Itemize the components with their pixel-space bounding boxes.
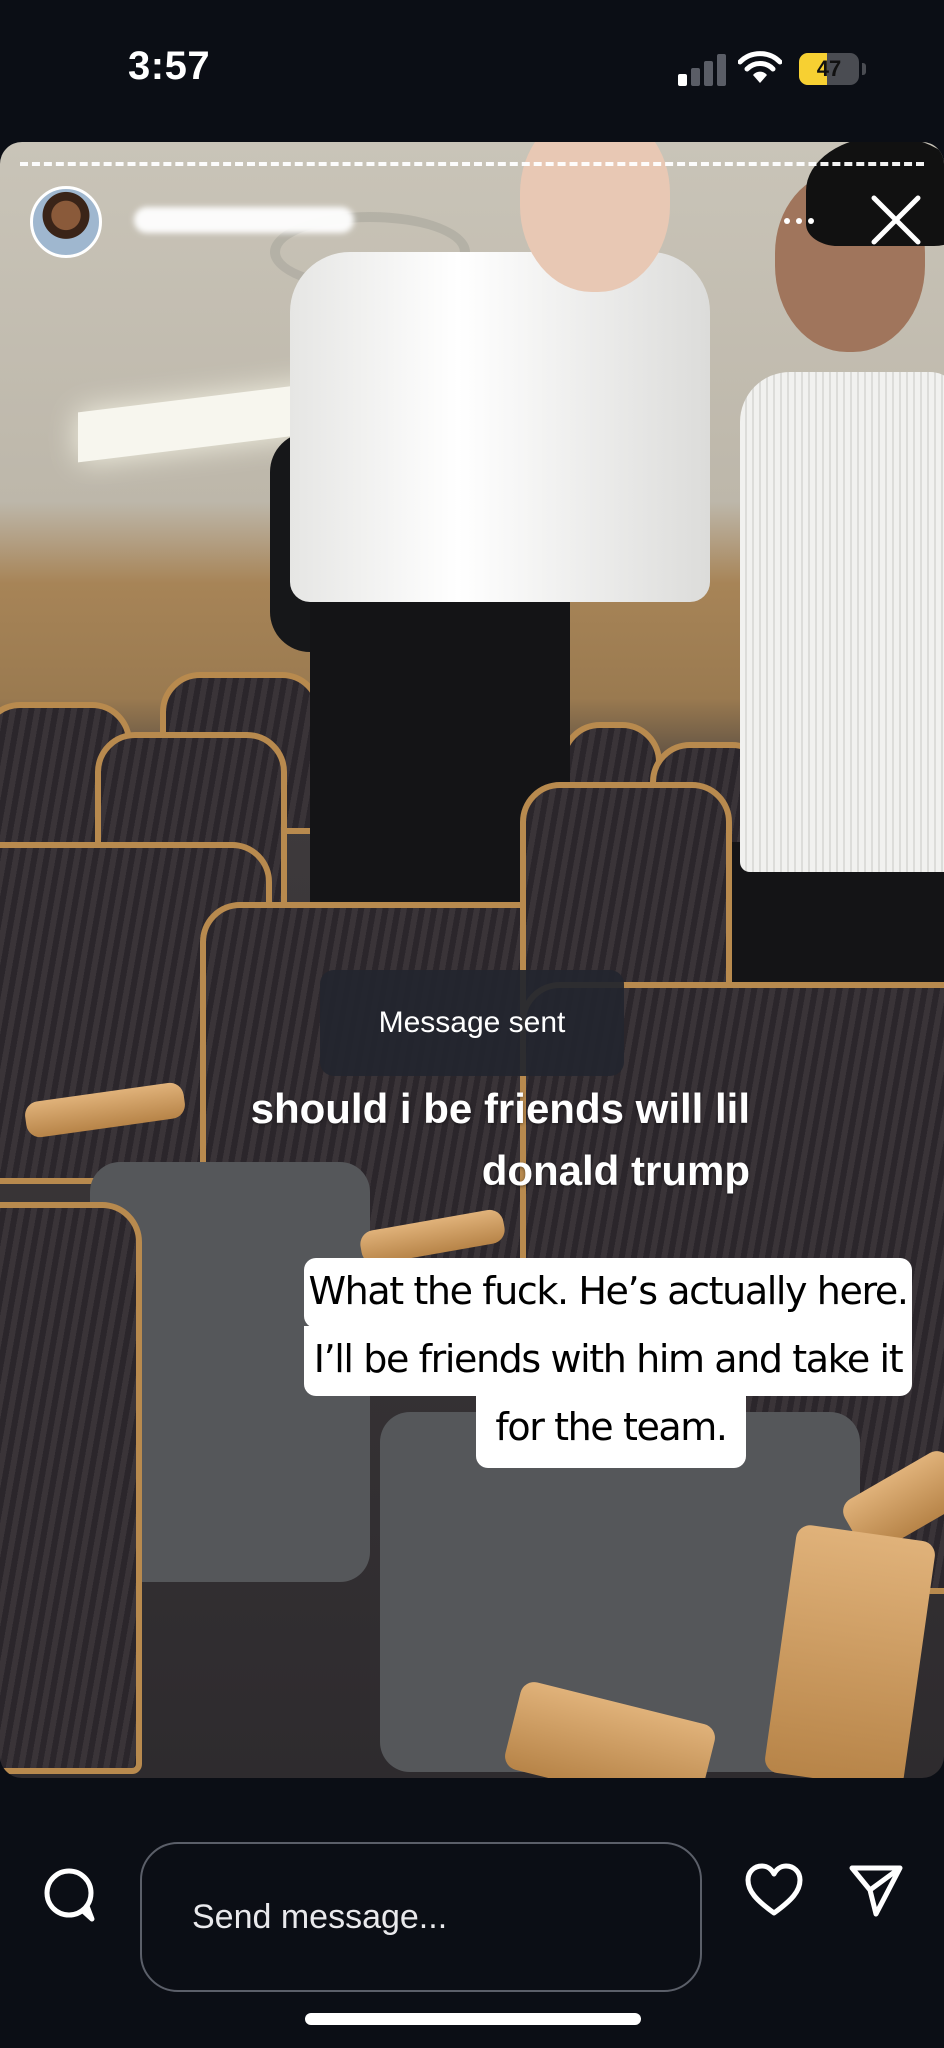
username-redacted[interactable] <box>134 207 354 233</box>
message-sent-toast: Message sent <box>320 970 624 1076</box>
send-message-input[interactable] <box>140 1842 702 1992</box>
story-progress-bar <box>20 162 924 170</box>
reply-line: What the fuck. He’s actually here. <box>304 1258 912 1328</box>
close-icon[interactable] <box>868 192 924 248</box>
battery-icon: 47 <box>799 53 859 85</box>
status-time: 3:57 <box>128 44 211 88</box>
status-bar: 3:57 47 <box>0 0 944 140</box>
person-shirt <box>290 252 710 602</box>
seat <box>0 1202 142 1774</box>
send-icon[interactable] <box>848 1862 904 1918</box>
camera-icon[interactable] <box>40 1866 98 1924</box>
avatar[interactable] <box>30 186 102 258</box>
home-indicator <box>305 2013 641 2025</box>
signal-icon <box>678 52 726 86</box>
story-caption: should i be friends will lil donald trum… <box>250 1085 750 1194</box>
more-icon[interactable] <box>778 200 820 242</box>
battery-tip <box>862 63 866 75</box>
reply-line: for the team. <box>476 1394 746 1468</box>
battery-percent: 47 <box>816 56 842 81</box>
wifi-icon <box>738 51 782 83</box>
story-media[interactable] <box>0 142 944 1778</box>
reply-line: I’ll be friends with him and take it <box>304 1326 912 1396</box>
heart-icon[interactable] <box>744 1862 804 1918</box>
person-shirt <box>740 372 944 872</box>
